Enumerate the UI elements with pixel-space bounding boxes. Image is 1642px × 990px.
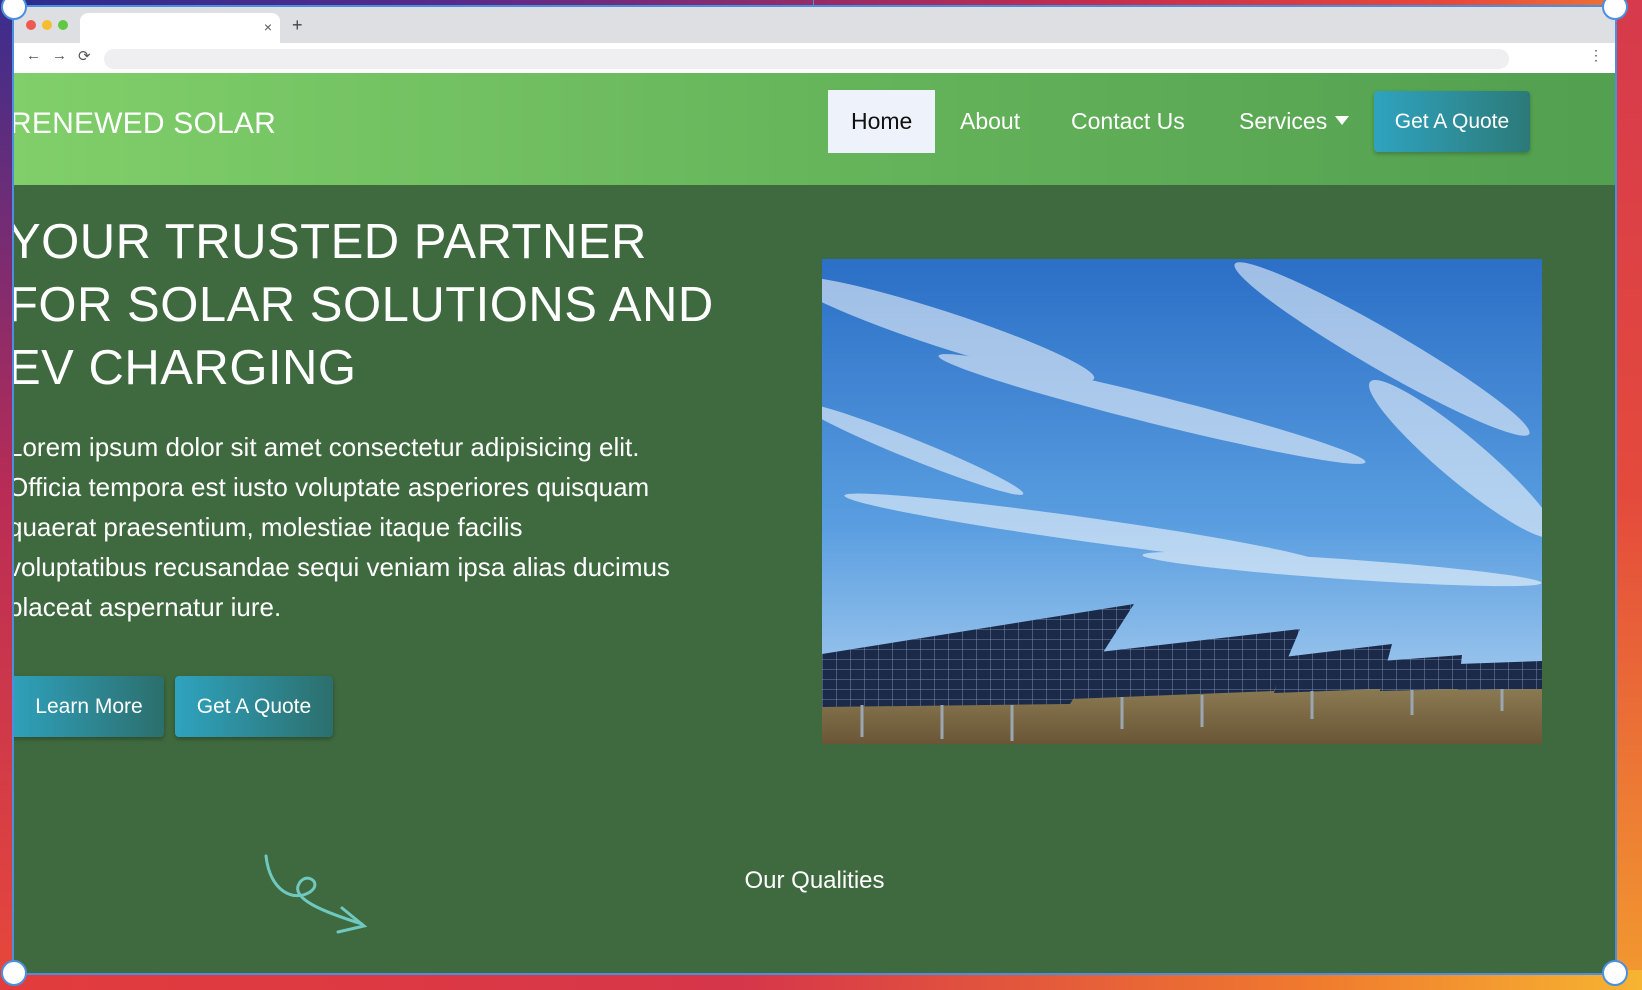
nav-item-label: Home bbox=[851, 108, 913, 134]
nav-item-services[interactable]: Services bbox=[1216, 90, 1372, 153]
hero-title-line: FOR SOLAR SOLUTIONS AND bbox=[14, 278, 714, 332]
close-window-dot[interactable] bbox=[26, 20, 36, 30]
solar-panel-image bbox=[822, 259, 1542, 744]
minimize-window-dot[interactable] bbox=[42, 20, 52, 30]
url-input[interactable] bbox=[104, 49, 1509, 69]
forward-icon[interactable]: → bbox=[52, 47, 67, 64]
caret-down-icon bbox=[1335, 116, 1350, 126]
hero-text-line: quaerat praesentium, molestiae itaque fa… bbox=[14, 512, 523, 542]
browser-menu-icon[interactable]: ⋮ bbox=[1589, 47, 1603, 64]
hero-get-quote-button[interactable]: Get A Quote bbox=[175, 676, 333, 737]
header-get-quote-button[interactable]: Get A Quote bbox=[1374, 91, 1530, 152]
maximize-window-dot[interactable] bbox=[58, 20, 68, 30]
reload-icon[interactable]: ⟳ bbox=[78, 47, 91, 65]
resize-handle-bottom-left[interactable] bbox=[1, 960, 27, 986]
browser-window: × + ← → ⟳ ⋮ RENEWED SOLAR Home About Con… bbox=[12, 5, 1617, 975]
new-tab-icon[interactable]: + bbox=[292, 15, 303, 36]
address-bar-row: ← → ⟳ ⋮ bbox=[14, 43, 1615, 74]
back-icon[interactable]: ← bbox=[26, 47, 41, 64]
nav-item-label: About bbox=[960, 108, 1021, 134]
learn-more-button[interactable]: Learn More bbox=[14, 676, 164, 737]
nav-item-contact[interactable]: Contact Us bbox=[1048, 90, 1208, 153]
nav-item-about[interactable]: About bbox=[937, 90, 1043, 153]
hero-text-line: placeat aspernatur iure. bbox=[14, 592, 282, 622]
resize-handle-bottom-right[interactable] bbox=[1602, 960, 1628, 986]
hero-title-line: YOUR TRUSTED PARTNER bbox=[14, 215, 647, 269]
gradient-frame-right bbox=[1615, 0, 1642, 990]
nav-item-label: Services bbox=[1239, 108, 1328, 134]
section-heading: Our Qualities bbox=[744, 867, 885, 894]
selection-guide bbox=[813, 0, 814, 7]
hero-text-line: Officia tempora est iusto voluptate aspe… bbox=[14, 472, 650, 502]
hero-title: YOUR TRUSTED PARTNER FOR SOLAR SOLUTIONS… bbox=[14, 211, 714, 400]
gradient-frame-left bbox=[0, 0, 14, 990]
gradient-frame-bottom bbox=[0, 970, 1642, 990]
hero-text-line: Lorem ipsum dolor sit amet consectetur a… bbox=[14, 432, 640, 462]
nav-item-home[interactable]: Home bbox=[828, 90, 936, 153]
hero-text-line: voluptatibus recusandae sequi veniam ips… bbox=[14, 552, 670, 582]
site-header: RENEWED SOLAR Home About Contact Us Serv… bbox=[14, 73, 1615, 185]
tab-bar: × + bbox=[14, 7, 1615, 43]
browser-tab[interactable]: × bbox=[80, 13, 280, 43]
hero-description: Lorem ipsum dolor sit amet consectetur a… bbox=[14, 427, 728, 627]
window-controls bbox=[26, 20, 68, 30]
hero-title-line: EV CHARGING bbox=[14, 341, 357, 395]
close-tab-icon[interactable]: × bbox=[264, 19, 272, 35]
nav-item-label: Contact Us bbox=[1071, 108, 1185, 134]
